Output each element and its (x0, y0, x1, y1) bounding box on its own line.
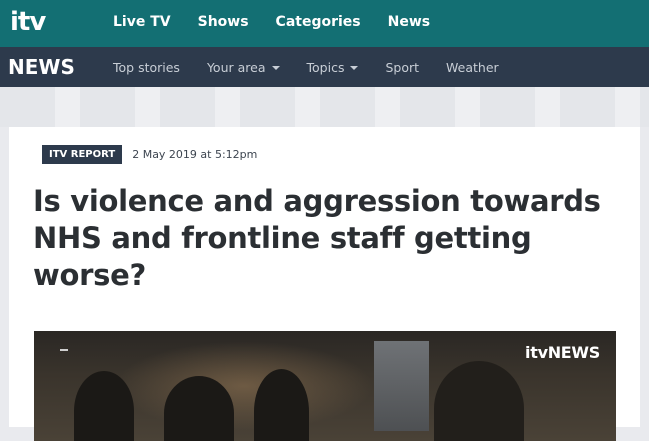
video-frame-window (374, 341, 429, 431)
article-card: ITV REPORT 2 May 2019 at 5:12pm Is viole… (9, 127, 640, 441)
chevron-down-icon (350, 66, 359, 70)
subnav-label: Your area (206, 60, 266, 75)
article-date: 2 May 2019 at 5:12pm (132, 148, 258, 161)
video-silhouette (434, 361, 524, 441)
site-header: itv Live TV Shows Categories News (0, 0, 649, 47)
video-frame-glow (114, 341, 374, 431)
subnav-weather[interactable]: Weather (446, 60, 499, 75)
nav-categories[interactable]: Categories (276, 14, 361, 30)
chevron-down-icon (271, 66, 280, 70)
subnav-sport[interactable]: Sport (385, 60, 419, 75)
news-section-title[interactable]: NEWS (8, 55, 75, 79)
video-minimize-icon[interactable] (60, 349, 68, 351)
article-meta: ITV REPORT 2 May 2019 at 5:12pm (42, 145, 257, 164)
main-nav: Live TV Shows Categories News (113, 14, 457, 30)
subnav-topics[interactable]: Topics (307, 60, 359, 75)
subnav-your-area[interactable]: Your area (207, 60, 280, 75)
page-background (0, 87, 649, 127)
subnav-label: Sport (385, 60, 420, 75)
nav-live-tv[interactable]: Live TV (113, 14, 171, 30)
report-badge[interactable]: ITV REPORT (42, 145, 123, 164)
video-silhouette (74, 371, 134, 441)
itv-logo[interactable]: itv (10, 8, 46, 36)
subnav-label: Topics (306, 60, 345, 75)
article-headline: Is violence and aggression towards NHS a… (33, 184, 601, 292)
itv-news-watermark: itvNEWS (525, 343, 600, 362)
nav-news[interactable]: News (388, 14, 430, 30)
subnav-top-stories[interactable]: Top stories (113, 60, 180, 75)
subnav-label: Top stories (113, 60, 180, 75)
subnav-label: Weather (446, 60, 499, 75)
news-subnav: Top stories Your area Topics Sport Weath… (113, 60, 526, 75)
video-silhouette (164, 376, 234, 441)
nav-shows[interactable]: Shows (198, 14, 249, 30)
video-player[interactable]: itvNEWS (34, 331, 616, 441)
news-bar: NEWS Top stories Your area Topics Sport … (0, 47, 649, 87)
